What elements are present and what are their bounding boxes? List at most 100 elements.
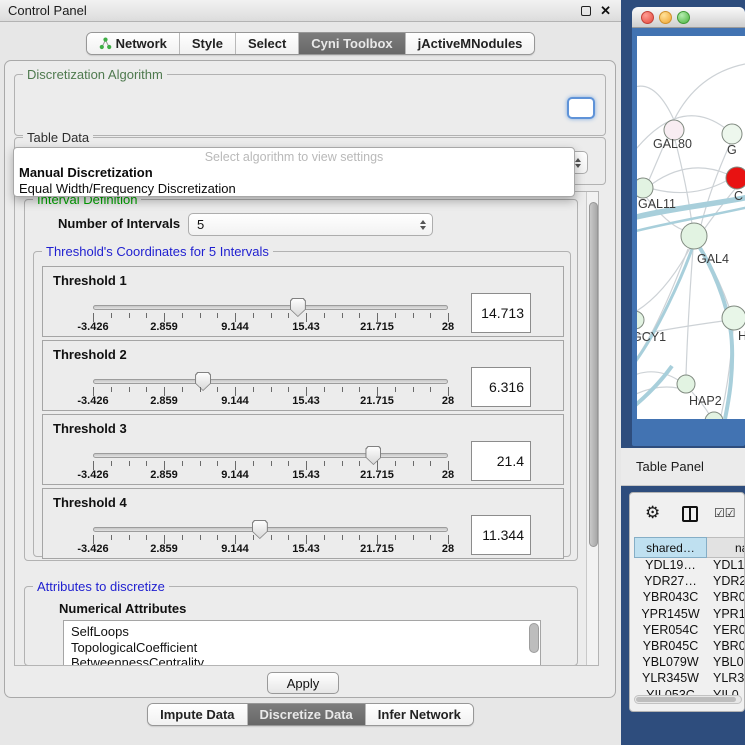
- algorithm-option[interactable]: Manual Discretization: [14, 164, 574, 180]
- tick-mark: [430, 387, 431, 392]
- bottom-tab-discretize-data[interactable]: Discretize Data: [247, 704, 365, 725]
- tab-label: Discretize Data: [260, 707, 353, 722]
- network-node[interactable]: [637, 178, 653, 198]
- threshold-value-field[interactable]: 21.4: [471, 441, 531, 481]
- hscrollbar-thumb[interactable]: [636, 697, 736, 702]
- tick-mark: [271, 535, 272, 540]
- list-scrollbar[interactable]: [529, 623, 539, 653]
- scrollbar-thumb[interactable]: [589, 202, 598, 547]
- slider-track[interactable]: [93, 379, 448, 384]
- attribute-list-item[interactable]: BetweennessCentrality: [64, 655, 540, 666]
- tick-mark: [200, 387, 201, 392]
- bottom-tab-infer-network[interactable]: Infer Network: [365, 704, 473, 725]
- table-row[interactable]: YBR045CYBR0: [634, 639, 745, 655]
- slider-track[interactable]: [93, 527, 448, 532]
- number-of-intervals-combobox[interactable]: 5: [188, 213, 433, 236]
- tick-mark: [129, 313, 130, 318]
- tick-mark: [413, 313, 414, 318]
- threshold-label: Threshold 2: [53, 347, 127, 362]
- apply-button[interactable]: Apply: [267, 672, 339, 694]
- threshold-value-field[interactable]: 14.713: [471, 293, 531, 333]
- network-node[interactable]: [722, 124, 742, 144]
- bottom-tab-impute-data[interactable]: Impute Data: [148, 704, 246, 725]
- table-row[interactable]: YDR27…YDR2: [634, 574, 745, 590]
- algorithm-combobox-focused[interactable]: [567, 97, 595, 119]
- tick-mark: [324, 387, 325, 392]
- tab-select[interactable]: Select: [235, 33, 298, 54]
- threshold-value-field[interactable]: 11.344: [471, 515, 531, 555]
- threshold-value-field[interactable]: 6.316: [471, 367, 531, 407]
- control-panel: Control Panel ✕ NetworkStyleSelectCyni T…: [0, 0, 621, 745]
- slider-track[interactable]: [93, 453, 448, 458]
- tick-mark: [359, 535, 360, 540]
- tick-mark: [359, 313, 360, 318]
- network-node[interactable]: [705, 412, 723, 419]
- tab-style[interactable]: Style: [179, 33, 235, 54]
- tick-mark: [146, 313, 147, 318]
- tick-mark: [288, 313, 289, 318]
- numerical-attributes-list[interactable]: SelfLoopsTopologicalCoefficientBetweenne…: [63, 620, 541, 666]
- tick-label: 28: [442, 543, 454, 555]
- network-node[interactable]: [681, 223, 707, 249]
- slider-track[interactable]: [93, 305, 448, 310]
- attribute-list-item[interactable]: SelfLoops: [64, 624, 540, 640]
- tab-cyni-toolbox[interactable]: Cyni Toolbox: [298, 33, 404, 54]
- network-node[interactable]: [637, 311, 644, 329]
- combobox-stepper-icon: [420, 220, 426, 230]
- cell-shared-name: YPR145W: [634, 607, 707, 623]
- algorithm-hint: Select algorithm to view settings: [14, 148, 574, 164]
- tab-label: Network: [116, 36, 167, 51]
- tick-mark: [146, 461, 147, 466]
- tick-mark: [253, 535, 254, 540]
- tab-jactivemnodules[interactable]: jActiveMNodules: [405, 33, 535, 54]
- tick-mark: [342, 461, 343, 466]
- node-label: GAL80: [653, 137, 692, 151]
- tick-mark: [200, 535, 201, 540]
- tick-mark: [395, 461, 396, 466]
- tab-network[interactable]: Network: [87, 33, 179, 54]
- table-row[interactable]: YBR043CYBR0: [634, 590, 745, 606]
- network-view-window: GAL80GCGAL11GAL4GCY1HHAP2: [632, 7, 745, 446]
- float-window-icon[interactable]: [581, 6, 591, 16]
- attributes-group: Attributes to discretize Numerical Attri…: [24, 586, 578, 666]
- column-header-shared-name[interactable]: shared…: [634, 537, 707, 558]
- attribute-list-item[interactable]: TopologicalCoefficient: [64, 640, 540, 656]
- close-traffic-icon[interactable]: [641, 11, 654, 24]
- tick-mark: [182, 387, 183, 392]
- tab-label: Style: [192, 36, 223, 51]
- attributes-group-title: Attributes to discretize: [33, 579, 169, 594]
- table-panel-title: Table Panel: [621, 459, 704, 474]
- gear-icon[interactable]: ⚙: [645, 503, 660, 523]
- table-panel-body: ⚙ ☑☑ shared… na YDL19…YDL1YDR27…YDR2YBR0…: [629, 492, 745, 712]
- zoom-traffic-icon[interactable]: [677, 11, 690, 24]
- table-row[interactable]: YER054CYER0: [634, 623, 745, 639]
- tick-mark: [129, 461, 130, 466]
- table-rows: YDL19…YDL1YDR27…YDR2YBR043CYBR0YPR145WYP…: [634, 558, 745, 704]
- minimize-traffic-icon[interactable]: [659, 11, 672, 24]
- columns-icon[interactable]: [682, 506, 698, 522]
- network-canvas[interactable]: GAL80GCGAL11GAL4GCY1HHAP2: [637, 36, 745, 419]
- node-label: GAL11: [638, 197, 676, 211]
- table-row[interactable]: YDL19…YDL1: [634, 558, 745, 574]
- algorithm-option[interactable]: Equal Width/Frequency Discretization: [14, 180, 574, 196]
- table-row[interactable]: YLR345WYLR3: [634, 671, 745, 687]
- tick-mark: [430, 313, 431, 318]
- tick-label: 21.715: [360, 543, 394, 555]
- table-hscrollbar[interactable]: [634, 695, 742, 704]
- network-node[interactable]: [677, 375, 695, 393]
- scrollbar-track[interactable]: [586, 192, 599, 666]
- table-row[interactable]: YBL079WYBL0: [634, 655, 745, 671]
- checkbox-icons[interactable]: ☑☑: [714, 506, 736, 520]
- column-header-name[interactable]: na: [707, 537, 745, 558]
- network-node[interactable]: [726, 167, 745, 189]
- tick-label: -3.426: [77, 469, 108, 481]
- table-row[interactable]: YPR145WYPR1: [634, 607, 745, 623]
- cell-name: YBR0: [707, 639, 745, 655]
- tick-mark: [324, 461, 325, 466]
- network-node[interactable]: [722, 306, 745, 330]
- close-icon[interactable]: ✕: [600, 3, 611, 19]
- tick-label: -3.426: [77, 321, 108, 333]
- tick-mark: [271, 313, 272, 318]
- tick-label: 15.43: [292, 543, 320, 555]
- tick-label: 9.144: [221, 321, 249, 333]
